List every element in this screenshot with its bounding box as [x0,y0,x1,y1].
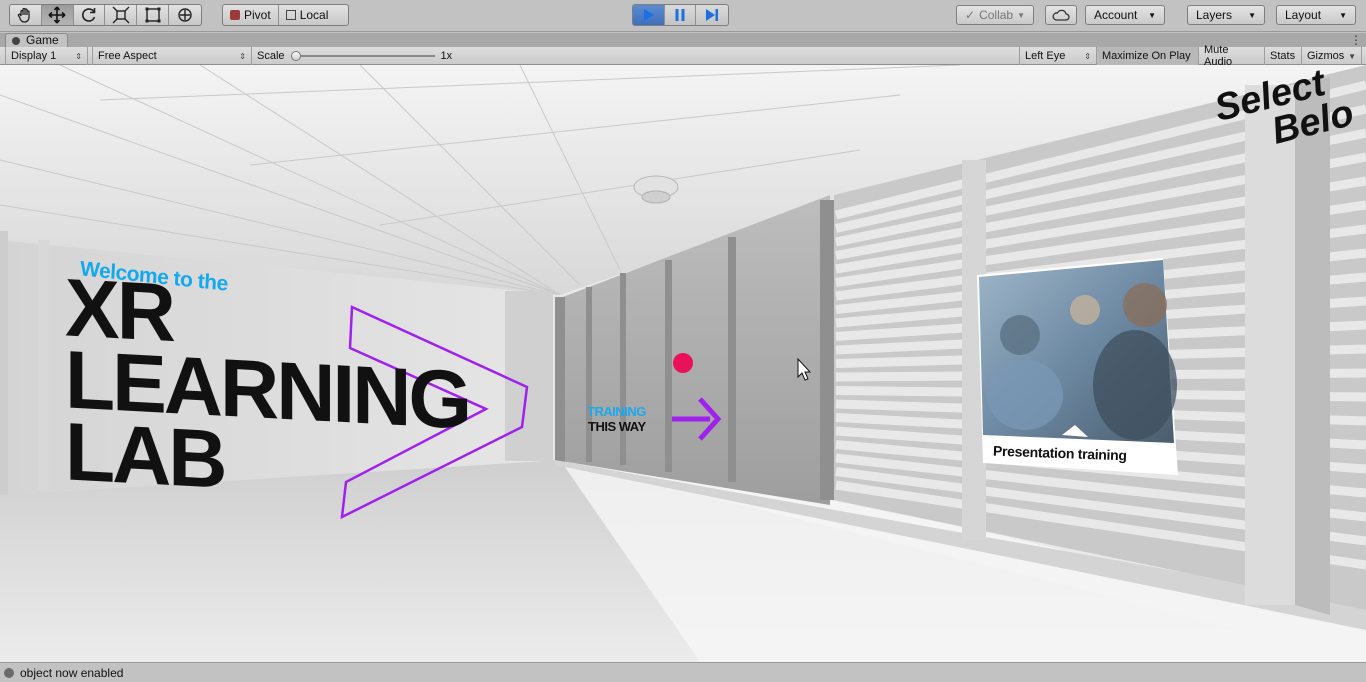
display-dropdown[interactable]: Display 1 ⇕ [5,47,88,65]
marker-dot[interactable] [673,353,693,373]
gamepad-icon [12,36,20,45]
pivot-button[interactable]: Pivot [223,5,279,25]
game-viewport[interactable]: Welcome to the XR LEARNING LAB TRAINING … [0,65,1366,662]
mute-audio-toggle[interactable]: Mute Audio [1199,44,1265,68]
layers-dropdown[interactable]: Layers ▼ [1187,5,1265,25]
chevron-down-icon: ▼ [1339,10,1347,20]
collab-label: Collab [979,8,1014,22]
pivot-label: Pivot [244,8,271,22]
eye-label: Left Eye [1025,50,1066,62]
info-icon [4,667,14,678]
pause-icon[interactable] [665,5,697,25]
account-dropdown[interactable]: Account ▼ [1085,5,1165,25]
tab-game[interactable]: Game [5,33,68,47]
scale-control: Scale 1x [252,47,462,65]
updown-icon: ⇕ [1084,51,1091,61]
gizmos-label: Gizmos [1307,50,1345,62]
layout-dropdown[interactable]: Layout ▼ [1276,5,1356,25]
gizmos-dropdown[interactable]: Gizmos ▼ [1302,47,1362,65]
move-tool-icon[interactable] [41,5,74,25]
chevron-down-icon: ▼ [1248,10,1256,20]
transform-tool-icon[interactable] [169,5,201,25]
tab-menu-icon[interactable]: ⋮ [1350,33,1362,47]
training-sign-line-2: THIS WAY [588,419,646,434]
maximize-on-play-toggle[interactable]: Maximize On Play [1097,47,1199,65]
updown-icon: ⇕ [75,51,82,61]
rect-tool-icon[interactable] [137,5,170,25]
xr-lab-title: XR LEARNING LAB [65,262,469,509]
local-icon [285,10,296,20]
account-label: Account [1094,8,1138,22]
stats-label: Stats [1270,50,1296,62]
updown-icon: ⇕ [239,51,246,61]
pivot-local-toggles: Pivot Local [222,4,349,26]
check-icon: ✓ [965,8,976,22]
stats-toggle[interactable]: Stats [1265,47,1302,65]
scale-slider[interactable] [290,51,435,61]
scale-label: Scale [257,50,285,62]
status-bar: object now enabled [0,662,1366,682]
game-view-toolbar: Display 1 ⇕ Free Aspect ⇕ Scale 1x Left … [0,44,1366,68]
scale-slider-thumb[interactable] [290,51,301,61]
layers-label: Layers [1196,8,1233,22]
tab-game-label: Game [26,33,59,47]
training-sign-line-1: TRAINING [587,404,646,419]
chevron-down-icon: ▼ [1017,10,1025,20]
play-icon[interactable] [633,5,665,25]
cloud-icon [1052,9,1070,21]
layout-label: Layout [1285,8,1322,22]
maximize-label: Maximize On Play [1102,50,1191,62]
scale-value: 1x [440,50,453,62]
scale-tool-icon[interactable] [105,5,138,25]
rotate-tool-icon[interactable] [74,5,106,25]
eye-dropdown[interactable]: Left Eye ⇕ [1019,47,1097,65]
chevron-down-icon: ▼ [1148,10,1156,20]
hand-tool-icon[interactable] [10,5,42,25]
local-label: Local [299,8,329,22]
chevron-down-icon: ▼ [1348,51,1356,61]
aspect-label: Free Aspect [98,50,157,62]
collab-button[interactable]: ✓ Collab ▼ [956,5,1034,25]
transform-tools [9,4,202,26]
play-controls [632,4,729,26]
aspect-dropdown[interactable]: Free Aspect ⇕ [92,47,252,65]
display-label: Display 1 [11,50,57,62]
tab-bar: Game ⋮ [0,33,1366,47]
main-toolbar: Pivot Local ✓ Collab ▼ Account ▼ Layers … [0,0,1366,32]
status-message[interactable]: object now enabled [20,666,123,680]
local-button[interactable]: Local [279,5,336,25]
pivot-icon [230,10,240,20]
step-icon[interactable] [696,5,728,25]
cloud-button[interactable] [1045,5,1077,25]
